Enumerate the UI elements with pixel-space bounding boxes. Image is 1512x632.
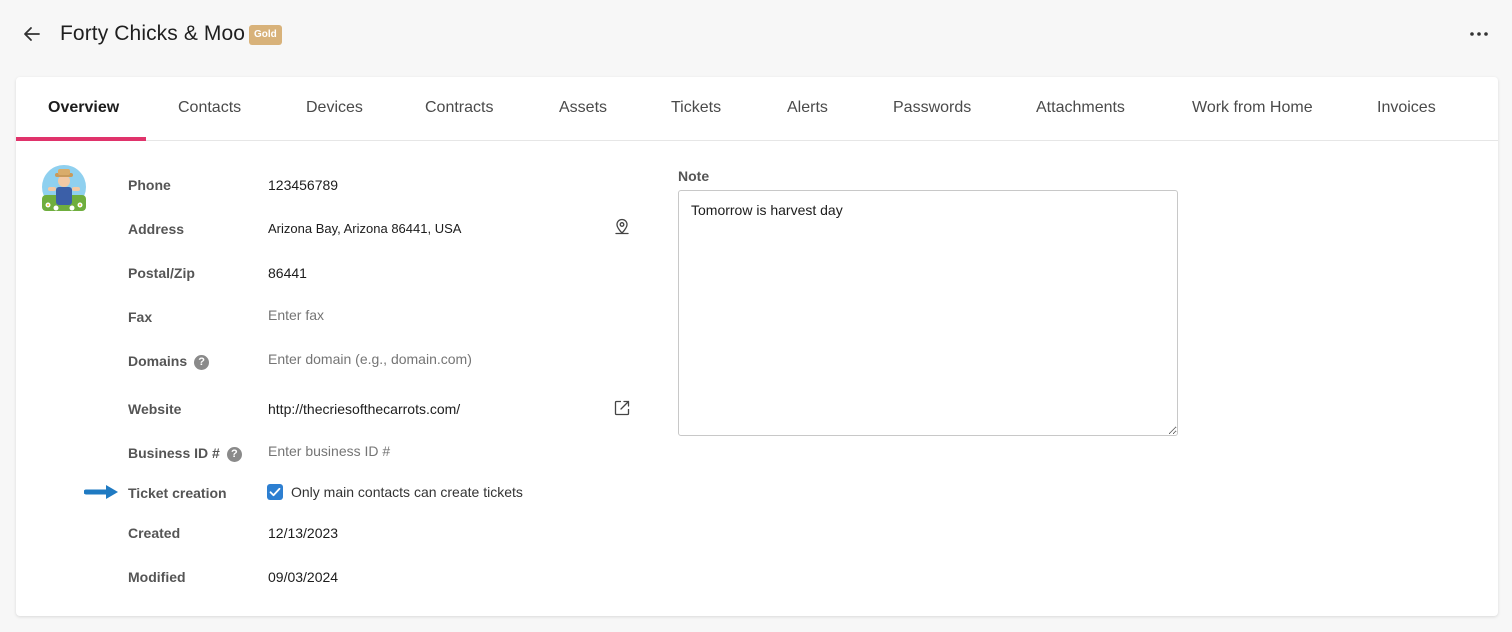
active-tab-indicator bbox=[16, 137, 146, 141]
ticket-creation-label: Ticket creation bbox=[128, 485, 227, 501]
main-contacts-only-checkbox[interactable] bbox=[267, 484, 283, 500]
top-bar: Forty Chicks & Moo Gold bbox=[0, 0, 1512, 70]
business-id-label: Business ID #? bbox=[128, 445, 242, 462]
more-options-icon[interactable] bbox=[1466, 22, 1492, 46]
tab-work-from-home[interactable]: Work from Home bbox=[1192, 77, 1313, 141]
website-label: Website bbox=[128, 401, 182, 417]
domains-input[interactable] bbox=[268, 351, 568, 367]
help-icon[interactable]: ? bbox=[194, 355, 210, 370]
website-value[interactable]: http://thecriesofthecarrots.com/ bbox=[268, 401, 460, 417]
phone-label: Phone bbox=[128, 177, 171, 193]
tier-badge: Gold bbox=[249, 25, 282, 45]
tab-devices[interactable]: Devices bbox=[306, 77, 363, 141]
modified-value: 09/03/2024 bbox=[268, 569, 339, 585]
created-label: Created bbox=[128, 525, 181, 541]
tab-contracts[interactable]: Contracts bbox=[425, 77, 493, 141]
postal-label: Postal/Zip bbox=[128, 265, 195, 281]
page-title: Forty Chicks & Moo bbox=[60, 22, 246, 45]
note-textarea[interactable]: Tomorrow is harvest day bbox=[678, 190, 1178, 436]
postal-value[interactable]: 86441 bbox=[268, 265, 307, 281]
tab-invoices[interactable]: Invoices bbox=[1377, 77, 1436, 141]
help-icon[interactable]: ? bbox=[226, 447, 242, 462]
business-id-input[interactable] bbox=[268, 443, 568, 459]
tab-passwords[interactable]: Passwords bbox=[893, 77, 971, 141]
customer-card: Overview Contacts Devices Contracts Asse… bbox=[16, 77, 1498, 616]
domains-label-text: Domains bbox=[128, 353, 188, 369]
external-link-icon[interactable] bbox=[612, 398, 632, 418]
business-id-label-text: Business ID # bbox=[128, 445, 220, 461]
fax-input[interactable] bbox=[268, 307, 568, 323]
created-value: 12/13/2023 bbox=[268, 525, 339, 541]
phone-value[interactable]: 123456789 bbox=[268, 177, 338, 193]
back-arrow-icon[interactable] bbox=[20, 22, 44, 46]
tab-overview[interactable]: Overview bbox=[48, 77, 119, 141]
note-label: Note bbox=[678, 168, 710, 184]
main-contacts-only-label[interactable]: Only main contacts can create tickets bbox=[291, 484, 523, 500]
tab-bar: Overview Contacts Devices Contracts Asse… bbox=[16, 77, 1498, 141]
tab-assets[interactable]: Assets bbox=[559, 77, 607, 141]
domains-label: Domains? bbox=[128, 353, 210, 370]
tab-attachments[interactable]: Attachments bbox=[1036, 77, 1125, 141]
company-avatar bbox=[38, 165, 90, 215]
pointer-arrow-icon bbox=[83, 481, 124, 503]
modified-label: Modified bbox=[128, 569, 186, 585]
tab-contacts[interactable]: Contacts bbox=[178, 77, 241, 141]
tab-alerts[interactable]: Alerts bbox=[787, 77, 828, 141]
tab-tickets[interactable]: Tickets bbox=[671, 77, 721, 141]
map-pin-icon[interactable] bbox=[612, 217, 632, 237]
address-value[interactable]: Arizona Bay, Arizona 86441, USA bbox=[268, 221, 461, 236]
address-label: Address bbox=[128, 221, 185, 237]
fax-label: Fax bbox=[128, 309, 153, 325]
